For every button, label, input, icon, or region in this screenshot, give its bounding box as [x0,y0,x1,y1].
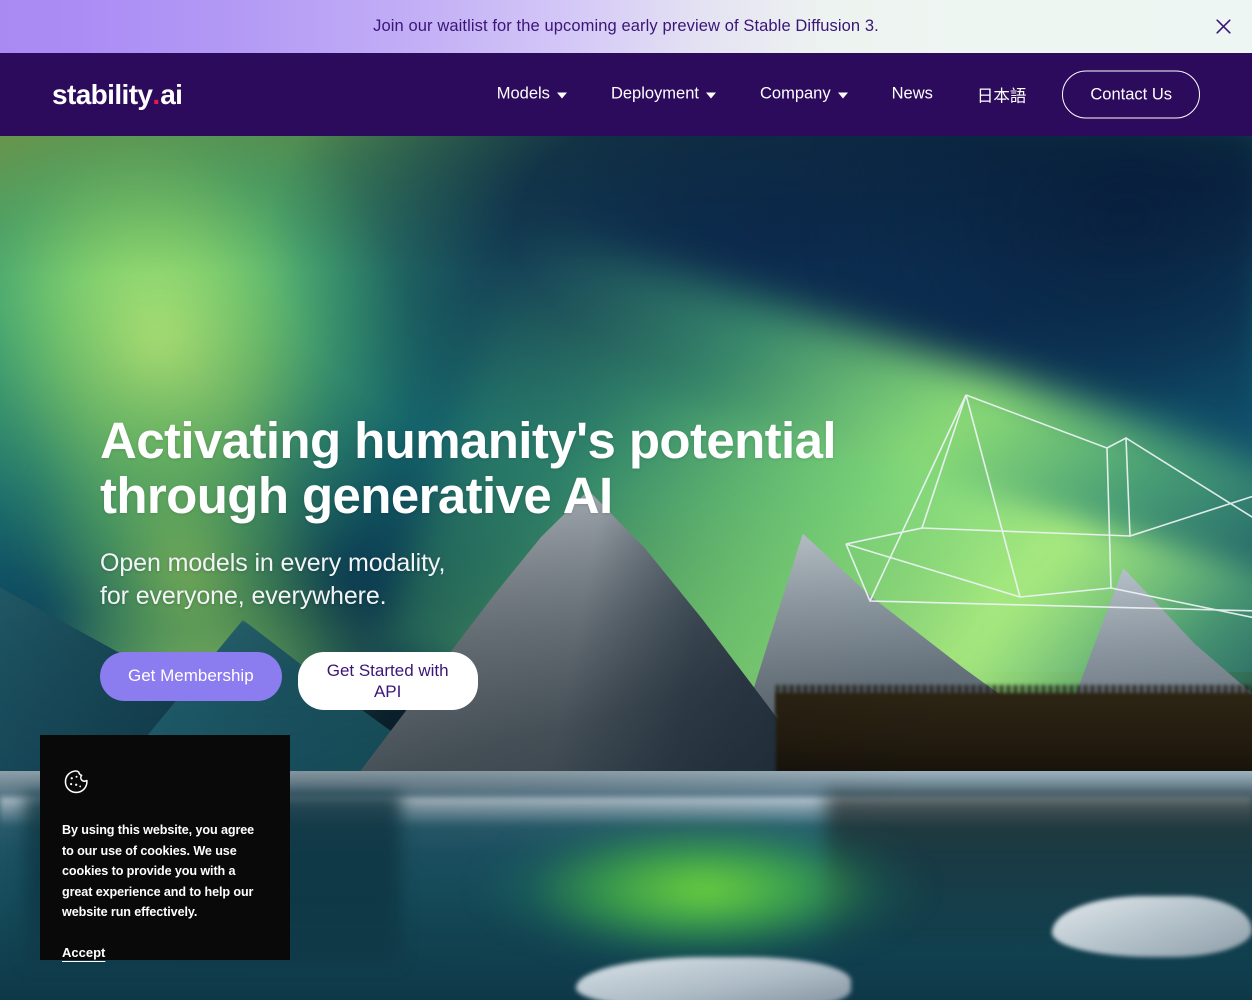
announcement-banner: Join our waitlist for the upcoming early… [0,0,1252,53]
cookie-consent-text: By using this website, you agree to our … [62,823,255,920]
hero-subtitle-line2: for everyone, everywhere. [100,582,387,611]
hero-title-line2: through generative AI [100,467,613,525]
hero-subtitle: Open models in every modality, for every… [100,547,860,614]
page-root: Join our waitlist for the upcoming early… [0,0,1252,1000]
cookie-accept-button[interactable]: Accept [62,945,105,960]
hero-content: Activating humanity's potential through … [100,413,860,711]
nav-item-japanese[interactable]: 日本語 [955,75,1049,115]
chevron-down-icon [837,92,848,99]
nav-item-label: News [891,85,933,103]
logo-dot: . [152,78,161,110]
announcement-text[interactable]: Join our waitlist for the upcoming early… [373,17,879,36]
main-navbar: stability. ai Models Deployment Company N… [0,53,1252,136]
hero-title-line1: Activating humanity's potential [100,412,837,469]
nav-links: Models Deployment Company News 日本語 Conta… [475,70,1200,119]
close-icon[interactable] [1210,14,1236,40]
site-logo[interactable]: stability. ai [52,78,183,110]
nav-item-company[interactable]: Company [738,77,870,112]
cookie-icon [64,770,88,794]
get-membership-button[interactable]: Get Membership [100,651,282,701]
nav-item-label: Models [496,85,550,103]
logo-suffix: ai [160,78,183,110]
nav-item-news[interactable]: News [870,77,955,112]
get-started-api-button[interactable]: Get Started with API [297,651,478,711]
nav-item-deployment[interactable]: Deployment [589,77,738,112]
page-title: Activating humanity's potential through … [100,413,860,523]
chevron-down-icon [705,92,716,99]
hero-subtitle-line1: Open models in every modality, [100,549,446,578]
logo-name: stability [52,78,153,110]
chevron-down-icon [556,92,567,99]
contact-us-button[interactable]: Contact Us [1062,70,1200,119]
nav-item-label: Deployment [610,85,699,103]
nav-item-label: 日本語 [976,87,1027,106]
nav-item-label: Company [759,85,831,103]
nav-item-models[interactable]: Models [475,77,589,112]
cookie-consent-banner: By using this website, you agree to our … [40,735,290,960]
hero-cta-group: Get Membership Get Started with API [100,651,860,711]
